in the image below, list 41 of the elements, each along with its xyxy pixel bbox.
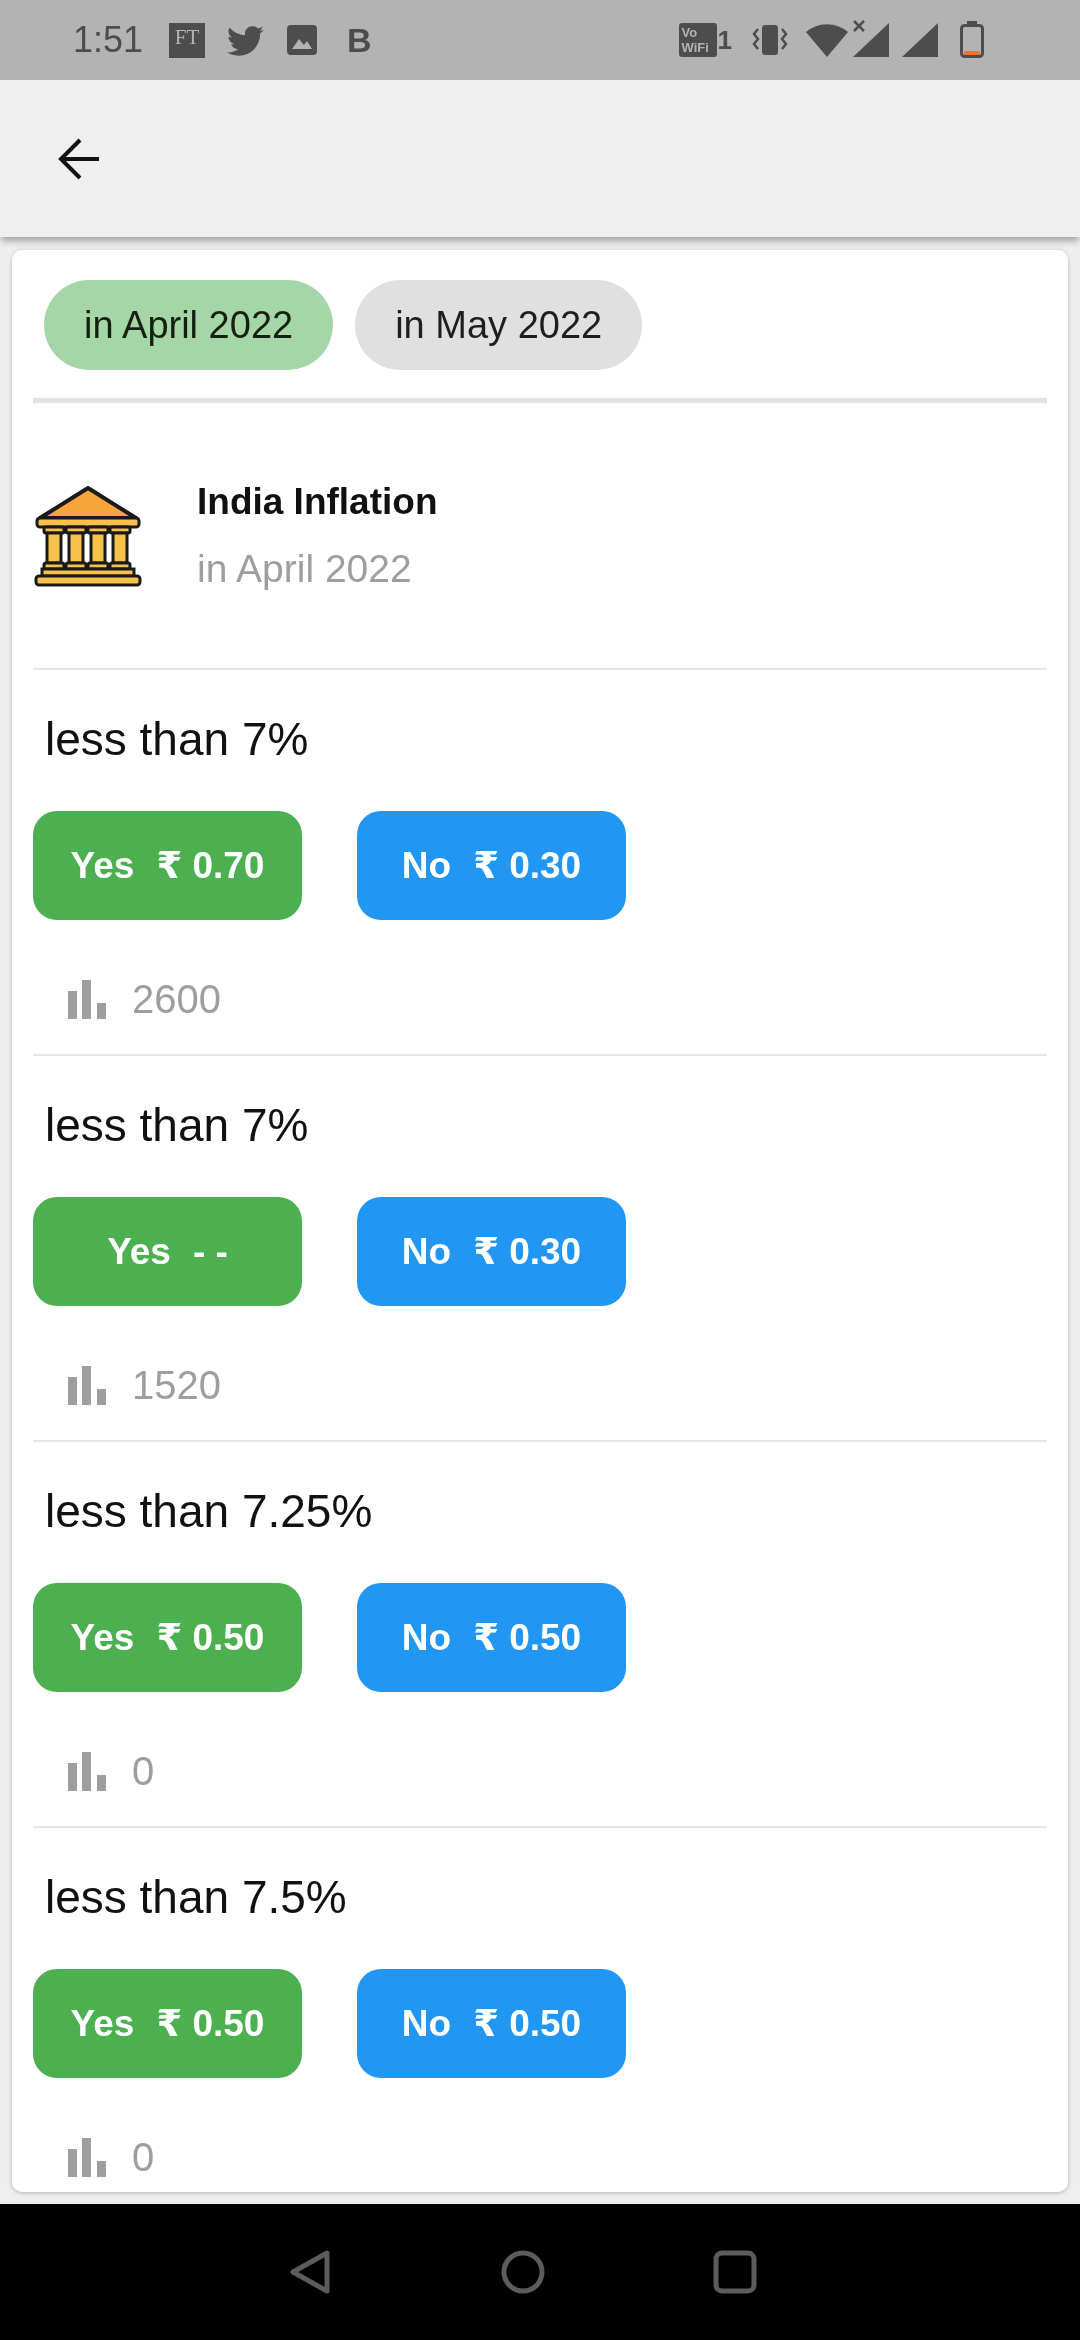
ft-letter-mark: FT [169, 22, 206, 58]
trade-count: 1520 [132, 1362, 221, 1408]
vibrate-icon [752, 23, 788, 57]
signal-icon [901, 22, 939, 58]
trade-count: 0 [132, 1748, 155, 1794]
bar-chart-icon [67, 1751, 107, 1791]
sim-slot-number: 1 [717, 27, 732, 53]
question-title: less than 7.5% [44, 1872, 347, 1922]
month-filter-chip[interactable]: in May 2022 [355, 280, 643, 370]
back-arrow-icon[interactable] [57, 136, 101, 181]
yes-price-button[interactable]: Yes - - [33, 1197, 302, 1306]
event-subtitle: in April 2022 [197, 548, 413, 590]
bar-chart-icon [67, 1365, 107, 1405]
battery-icon [959, 21, 985, 59]
yes-price-button[interactable]: Yes ₹ 0.50 [33, 1583, 302, 1692]
trade-count: 0 [132, 2134, 155, 2180]
bird-icon [227, 24, 265, 56]
question-title: less than 7% [44, 1100, 309, 1150]
event-title: India Inflation [197, 481, 438, 523]
bar-chart-icon [67, 979, 107, 1019]
nav-recents-icon[interactable] [713, 2249, 757, 2295]
no-price-button[interactable]: No ₹ 0.50 [357, 1583, 626, 1692]
trade-count: 2600 [132, 976, 221, 1022]
status-time: 1:51 [73, 19, 144, 61]
bar-chart-icon [67, 2137, 107, 2177]
b-letter-mark: B [347, 23, 372, 57]
month-filter-chip[interactable]: in April 2022 [44, 280, 334, 370]
vowifi-indicator: Vo WiFi [678, 23, 717, 57]
no-price-button[interactable]: No ₹ 0.30 [357, 1197, 626, 1306]
no-price-button[interactable]: No ₹ 0.30 [357, 811, 626, 920]
yes-price-button[interactable]: Yes ₹ 0.50 [33, 1969, 302, 2078]
signal-icon [851, 20, 891, 58]
nav-back-icon[interactable] [289, 2249, 333, 2295]
yes-price-button[interactable]: Yes ₹ 0.70 [33, 811, 302, 920]
picture-icon [287, 25, 318, 55]
question-title: less than 7% [44, 714, 309, 764]
question-title: less than 7.25% [44, 1486, 373, 1536]
columned-building-icon [33, 483, 143, 588]
no-price-button[interactable]: No ₹ 0.50 [357, 1969, 626, 2078]
nav-home-icon[interactable] [501, 2249, 545, 2295]
wifi-icon [805, 23, 849, 57]
